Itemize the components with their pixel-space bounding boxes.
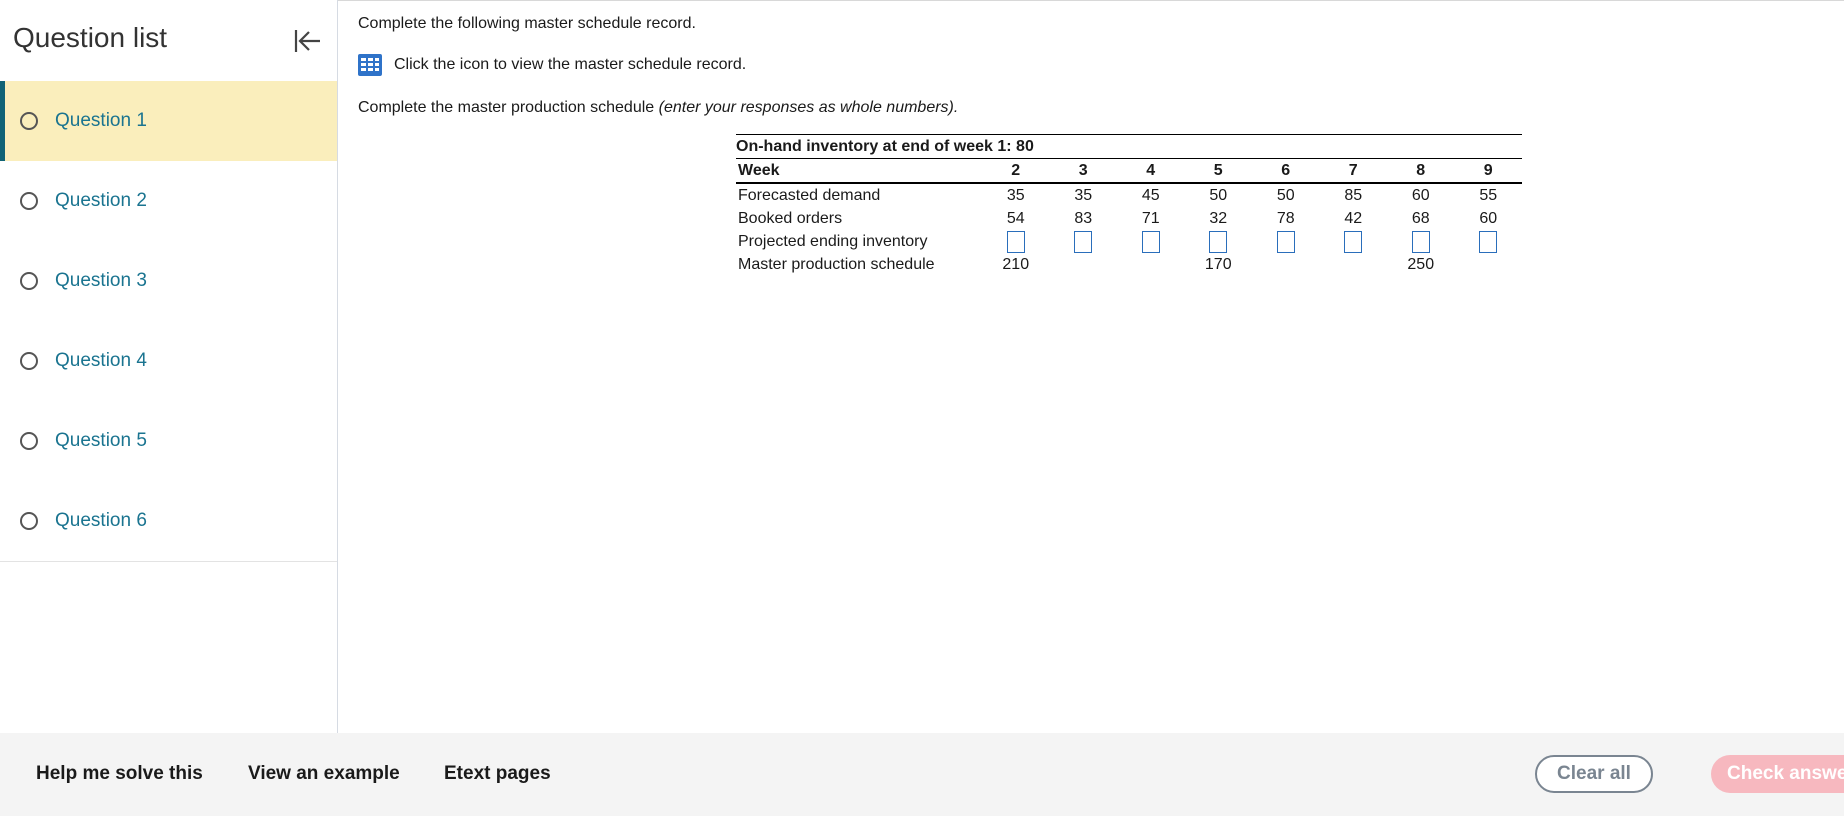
- forecast-cell: 45: [1141, 186, 1160, 204]
- question-label: Question 6: [55, 510, 147, 531]
- week-number: 4: [1117, 158, 1185, 184]
- check-answer-button[interactable]: Check answer: [1711, 755, 1844, 793]
- week-number: 7: [1319, 158, 1387, 184]
- week-label: Week: [736, 158, 982, 184]
- question-label: Question 5: [55, 430, 147, 451]
- mps-cell: [1050, 253, 1118, 276]
- forecast-cell: 50: [1209, 186, 1228, 204]
- task-hint-text: (enter your responses as whole numbers).: [658, 99, 959, 116]
- question-item-1[interactable]: Question 1: [0, 81, 337, 161]
- task-text: Complete the master production schedule …: [358, 99, 958, 117]
- mps-cell: 210: [1002, 255, 1030, 273]
- question-item-4[interactable]: Question 4: [0, 321, 337, 401]
- booked-orders-row: Booked orders 54 83 71 32 78 42 68 60: [736, 207, 1522, 230]
- row-label: Master production schedule: [738, 255, 935, 273]
- question-item-6[interactable]: Question 6: [0, 481, 337, 561]
- clear-all-button[interactable]: Clear all: [1535, 755, 1653, 793]
- projected-inventory-row: Projected ending inventory: [736, 230, 1522, 253]
- help-me-solve-link[interactable]: Help me solve this: [36, 763, 203, 785]
- inventory-cell: [1050, 230, 1118, 253]
- instruction-text: Complete the following master schedule r…: [358, 15, 696, 32]
- question-label: Question 2: [55, 190, 147, 211]
- question-list: Question 1 Question 2 Question 3 Questio…: [0, 81, 337, 562]
- inventory-input-week-7[interactable]: [1344, 230, 1363, 253]
- week-number: 3: [1049, 158, 1117, 184]
- inventory-cell: [982, 230, 1050, 253]
- radio-circle-icon: [20, 512, 38, 530]
- week-header-row: Week 2 3 4 5 6 7 8 9: [736, 158, 1522, 184]
- inventory-input-week-5[interactable]: [1209, 230, 1228, 253]
- radio-circle-icon: [20, 352, 38, 370]
- row-label: Booked orders: [738, 209, 843, 227]
- onhand-header-row: On-hand inventory at end of week 1: 80: [736, 134, 1522, 159]
- question-content: Complete the following master schedule r…: [358, 0, 1838, 733]
- forecast-cell: 60: [1411, 186, 1430, 204]
- week-number: 9: [1454, 158, 1522, 184]
- inventory-cell: [1185, 230, 1253, 253]
- sidebar-header: Question list: [0, 0, 337, 81]
- icon-instruction-text: Click the icon to view the master schedu…: [394, 56, 747, 73]
- row-label: Forecasted demand: [738, 186, 881, 204]
- collapse-left-icon: [294, 30, 320, 52]
- mps-cell: [1320, 253, 1388, 276]
- radio-circle-icon: [20, 192, 38, 210]
- radio-circle-icon: [20, 112, 38, 130]
- mps-cell: [1252, 253, 1320, 276]
- collapse-sidebar-button[interactable]: [290, 24, 326, 58]
- forecast-cell: 35: [1006, 186, 1025, 204]
- week-number: 5: [1184, 158, 1252, 184]
- mps-cell: 250: [1407, 255, 1435, 273]
- booked-cell: 71: [1141, 209, 1160, 227]
- inventory-cell: [1252, 230, 1320, 253]
- forecast-cell: 35: [1074, 186, 1093, 204]
- question-item-5[interactable]: Question 5: [0, 401, 337, 481]
- booked-cell: 32: [1209, 209, 1228, 227]
- table-grid-icon[interactable]: [358, 54, 382, 76]
- mps-cell: [1117, 253, 1185, 276]
- booked-cell: 54: [1006, 209, 1025, 227]
- booked-cell: 68: [1411, 209, 1430, 227]
- booked-cell: 42: [1344, 209, 1363, 227]
- inventory-cell: [1455, 230, 1523, 253]
- forecast-cell: 85: [1344, 186, 1363, 204]
- inventory-input-week-2[interactable]: [1006, 230, 1025, 253]
- inventory-input-week-3[interactable]: [1074, 230, 1093, 253]
- record-icon-row: Click the icon to view the master schedu…: [358, 54, 746, 76]
- inventory-cell: [1117, 230, 1185, 253]
- radio-circle-icon: [20, 432, 38, 450]
- mps-cell: [1455, 253, 1523, 276]
- row-label: Projected ending inventory: [738, 232, 928, 250]
- action-footer: Help me solve this View an example Etext…: [0, 733, 1844, 816]
- inventory-cell: [1320, 230, 1388, 253]
- master-schedule-table: On-hand inventory at end of week 1: 80 W…: [736, 134, 1522, 276]
- sidebar-title: Question list: [13, 22, 168, 53]
- week-number: 2: [982, 158, 1050, 184]
- inventory-cell: [1387, 230, 1455, 253]
- booked-cell: 78: [1276, 209, 1295, 227]
- forecast-cell: 55: [1479, 186, 1498, 204]
- inventory-input-week-6[interactable]: [1276, 230, 1295, 253]
- question-label: Question 4: [55, 350, 147, 371]
- view-example-link[interactable]: View an example: [248, 763, 400, 785]
- question-item-2[interactable]: Question 2: [0, 161, 337, 241]
- question-label: Question 3: [55, 270, 147, 291]
- week-number: 6: [1252, 158, 1320, 184]
- inventory-input-week-9[interactable]: [1479, 230, 1498, 253]
- question-sidebar: Question list Question 1 Question 2 Ques…: [0, 0, 338, 733]
- question-label: Question 1: [55, 110, 147, 131]
- booked-cell: 60: [1479, 209, 1498, 227]
- etext-pages-link[interactable]: Etext pages: [444, 763, 551, 785]
- question-item-3[interactable]: Question 3: [0, 241, 337, 321]
- inventory-input-week-8[interactable]: [1411, 230, 1430, 253]
- forecast-row: Forecasted demand 35 35 45 50 50 85 60 5…: [736, 183, 1522, 207]
- onhand-header: On-hand inventory at end of week 1: 80: [736, 134, 1522, 159]
- radio-circle-icon: [20, 272, 38, 290]
- mps-row: Master production schedule 210 170 250: [736, 253, 1522, 276]
- forecast-cell: 50: [1276, 186, 1295, 204]
- mps-cell: 170: [1204, 255, 1232, 273]
- week-number: 8: [1387, 158, 1455, 184]
- task-main-text: Complete the master production schedule: [358, 99, 655, 116]
- booked-cell: 83: [1074, 209, 1093, 227]
- inventory-input-week-4[interactable]: [1141, 230, 1160, 253]
